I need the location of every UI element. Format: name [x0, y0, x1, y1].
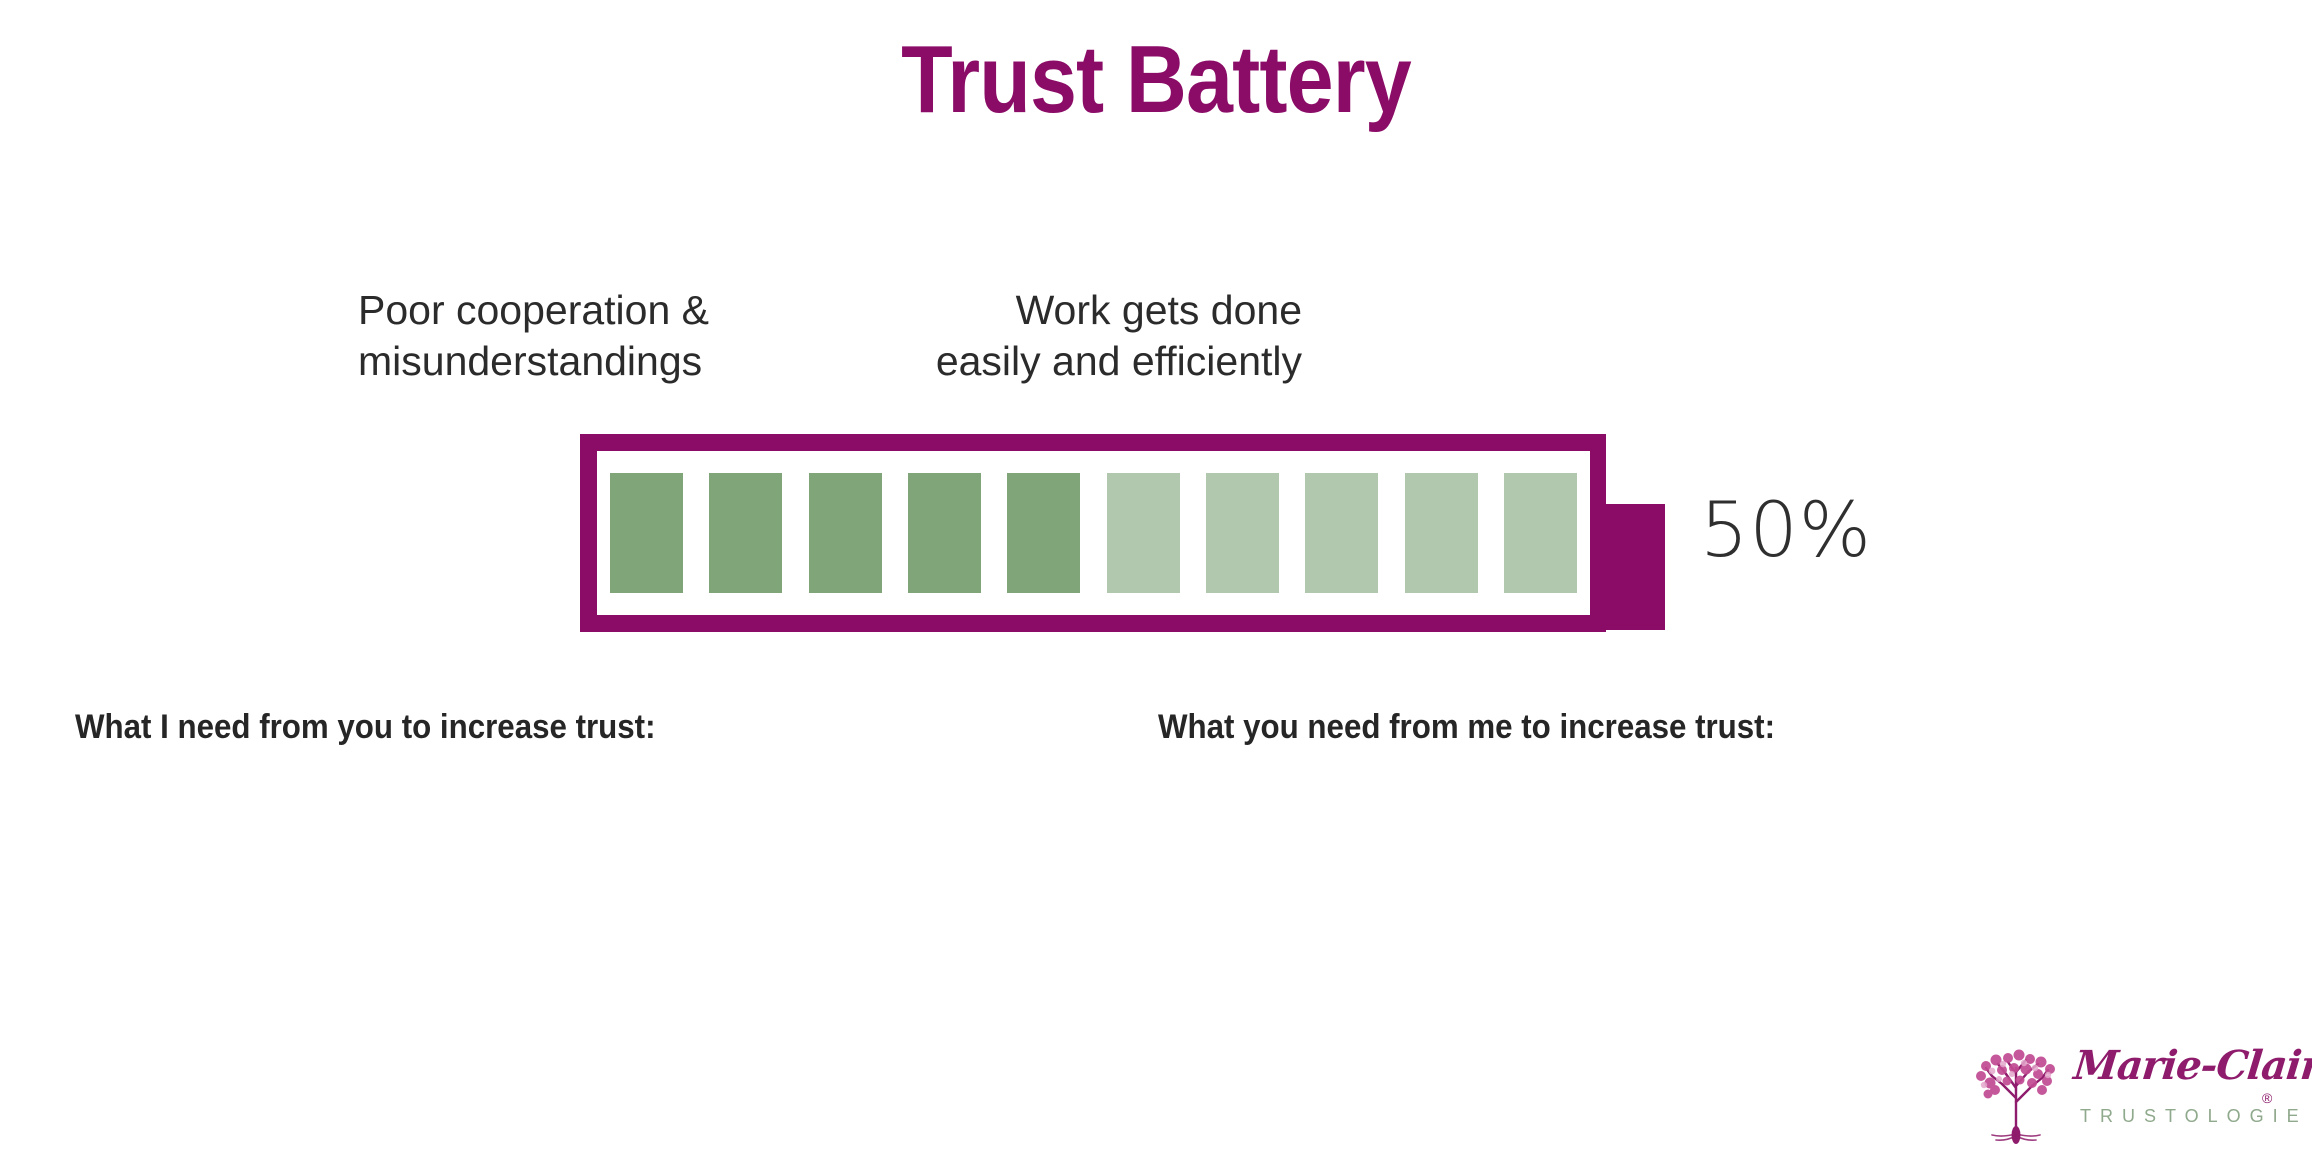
- scale-label-left-line2: misunderstandings: [358, 338, 703, 385]
- brand-logo: Marie-Claire Ross TRUSTOLOGIE ®: [1962, 1038, 2312, 1148]
- battery-cell[interactable]: [1007, 473, 1081, 593]
- battery-cell[interactable]: [610, 473, 683, 593]
- battery-cell[interactable]: [1404, 473, 1478, 593]
- battery-cell[interactable]: [1205, 473, 1279, 593]
- page-title: Trust Battery: [901, 26, 1412, 133]
- battery-cell[interactable]: [1305, 473, 1379, 593]
- logo-tagline: TRUSTOLOGIE: [2080, 1106, 2308, 1126]
- prompt-what-i-need: What I need from you to increase trust:: [75, 708, 656, 746]
- battery-body: [580, 434, 1606, 632]
- battery-cell[interactable]: [709, 473, 783, 593]
- trust-battery-graphic: [580, 434, 1665, 632]
- battery-terminal: [1605, 504, 1665, 630]
- battery-cell[interactable]: [907, 473, 981, 593]
- scale-label-right: Work gets done easily and efficiently: [936, 285, 1302, 388]
- scale-label-right-line2: easily and efficiently: [935, 338, 1302, 385]
- battery-cell[interactable]: [1106, 473, 1180, 593]
- battery-cell[interactable]: [1503, 473, 1577, 593]
- scale-label-left: Poor cooperation & misunderstandings: [358, 285, 709, 388]
- battery-cell[interactable]: [808, 473, 882, 593]
- scale-label-right-line1: Work gets done: [1015, 287, 1302, 333]
- slide-canvas: Trust Battery Poor cooperation & misunde…: [0, 0, 2312, 1156]
- scale-label-left-line1: Poor cooperation &: [358, 287, 710, 333]
- battery-percent-label: 50%: [1700, 485, 1872, 574]
- registered-mark-icon: ®: [2262, 1090, 2273, 1106]
- logo-name: Marie-Claire Ross: [2071, 1042, 2312, 1089]
- battery-cell-track: [597, 451, 1590, 615]
- prompt-what-you-need: What you need from me to increase trust:: [1158, 708, 1776, 746]
- tree-icon: [1962, 1038, 2070, 1146]
